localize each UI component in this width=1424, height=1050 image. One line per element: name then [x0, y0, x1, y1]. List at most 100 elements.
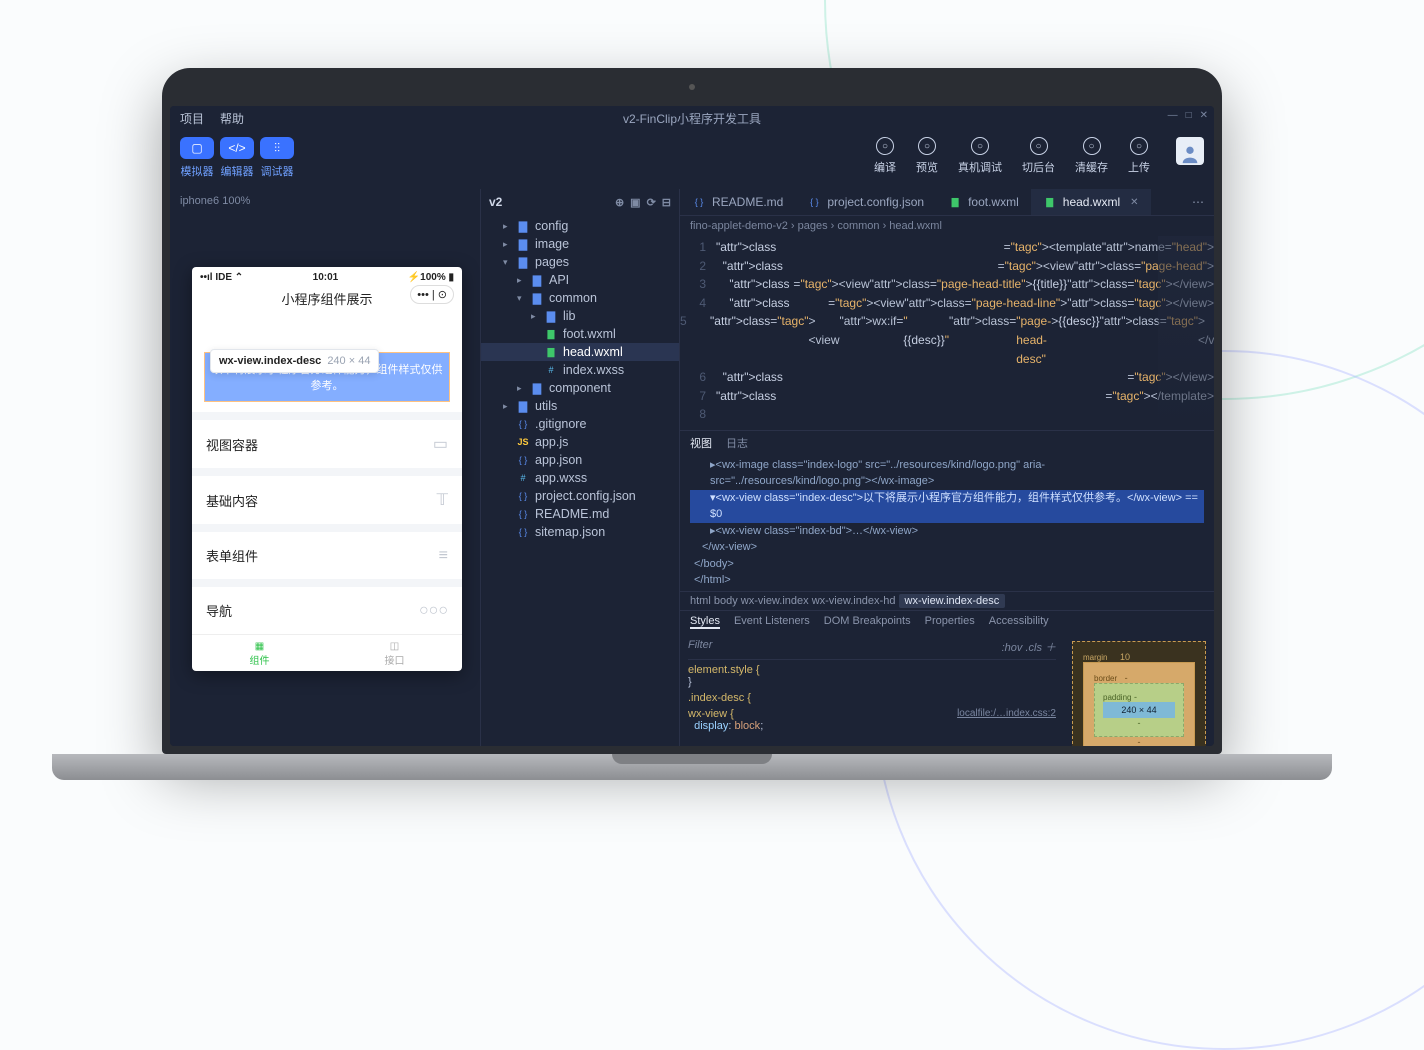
remote-debug-icon: ○	[971, 137, 989, 155]
avatar[interactable]	[1176, 137, 1204, 165]
close-icon[interactable]: ✕	[1200, 110, 1208, 121]
file-README.md[interactable]: { }README.md	[481, 505, 679, 523]
maximize-icon[interactable]: □	[1186, 110, 1192, 121]
dom-node[interactable]: </wx-view>	[690, 539, 1204, 556]
dom-tree[interactable]: ▸<wx-image class="index-logo" src="../re…	[680, 455, 1214, 591]
file-sitemap.json[interactable]: { }sitemap.json	[481, 523, 679, 541]
close-tab-icon[interactable]: ✕	[1130, 197, 1138, 208]
status-battery: ⚡100% ▮	[408, 272, 454, 283]
new-folder-icon[interactable]: ▣	[630, 196, 640, 209]
file-.gitignore[interactable]: { }.gitignore	[481, 415, 679, 433]
devtools-tab-properties[interactable]: Properties	[925, 615, 975, 629]
preview-button[interactable]: ○预览	[916, 137, 938, 175]
project-root[interactable]: v2	[489, 195, 502, 209]
refresh-icon[interactable]: ⟳	[647, 196, 656, 209]
background-button[interactable]: ○切后台	[1022, 137, 1055, 175]
inspector-tooltip: wx-view.index-desc240 × 44	[210, 349, 379, 373]
list-item[interactable]: 表单组件≡	[192, 524, 462, 579]
style-toggles[interactable]: :hov .cls ＋	[1002, 639, 1056, 655]
capsule-button[interactable]: ••• | ⊙	[410, 285, 454, 304]
style-filter[interactable]: Filter	[688, 639, 712, 655]
devtab-elements[interactable]: 视图	[690, 435, 712, 451]
box-model: margin 10 border - padding - 240 × 44 - …	[1064, 633, 1214, 746]
compile-button[interactable]: ○编译	[874, 137, 896, 175]
folder-API[interactable]: ▸▇API	[481, 271, 679, 289]
editor-tab[interactable]: ▇head.wxml✕	[1031, 189, 1151, 215]
editor-label: 编辑器	[220, 163, 254, 179]
tab-components[interactable]: ▦组件	[192, 635, 327, 671]
status-signal: ••ıl IDE ⌃	[200, 272, 243, 283]
simulator-pane: iphone6 100% ••ıl IDE ⌃ 10:01 ⚡100% ▮ 小程…	[170, 189, 480, 746]
folder-config[interactable]: ▸▇config	[481, 217, 679, 235]
breadcrumb-node[interactable]: html	[690, 595, 711, 607]
menu-help[interactable]: 帮助	[220, 110, 244, 127]
file-app.wxss[interactable]: #app.wxss	[481, 469, 679, 487]
devtab-console[interactable]: 日志	[726, 435, 748, 451]
laptop-frame: 项目 帮助 v2-FinClip小程序开发工具 — □ ✕ ▢ </> ⫶⫶ 模…	[162, 68, 1222, 780]
code-editor[interactable]: 1"attr">class="tagc"><template "attr">na…	[680, 236, 1214, 430]
file-explorer: v2 ⊕ ▣ ⟳ ⊟ ▸▇config▸▇image▾▇pages▸▇API▾▇…	[480, 189, 680, 746]
preview-icon: ○	[918, 137, 936, 155]
folder-common[interactable]: ▾▇common	[481, 289, 679, 307]
ide-window: 项目 帮助 v2-FinClip小程序开发工具 — □ ✕ ▢ </> ⫶⫶ 模…	[170, 106, 1214, 746]
simulator-label: 模拟器	[180, 163, 214, 179]
tab-overflow-icon[interactable]: ⋯	[1182, 189, 1214, 215]
clear-cache-icon: ○	[1083, 137, 1101, 155]
window-title: v2-FinClip小程序开发工具	[623, 110, 761, 127]
tab-api[interactable]: ◫接口	[327, 635, 462, 671]
list-item[interactable]: 导航○○○	[192, 579, 462, 634]
editor-tab[interactable]: { }README.md	[680, 189, 795, 215]
file-project.config.json[interactable]: { }project.config.json	[481, 487, 679, 505]
folder-component[interactable]: ▸▇component	[481, 379, 679, 397]
menubar: 项目 帮助 v2-FinClip小程序开发工具 — □ ✕	[170, 106, 1214, 131]
devtools-tab-styles[interactable]: Styles	[690, 615, 720, 629]
devtools-tab-dom-breakpoints[interactable]: DOM Breakpoints	[824, 615, 911, 629]
breadcrumb-node[interactable]: wx-view.index-desc	[899, 594, 1006, 608]
minimap[interactable]	[1158, 236, 1214, 430]
upload-button[interactable]: ○上传	[1128, 137, 1150, 175]
file-index.wxss[interactable]: #index.wxss	[481, 361, 679, 379]
file-head.wxml[interactable]: ▇head.wxml	[481, 343, 679, 361]
folder-utils[interactable]: ▸▇utils	[481, 397, 679, 415]
dom-node[interactable]: ▸<wx-view class="index-bd">…</wx-view>	[690, 523, 1204, 540]
debugger-toggle[interactable]: ⫶⫶	[260, 137, 294, 159]
file-app.js[interactable]: JSapp.js	[481, 433, 679, 451]
clear-cache-button[interactable]: ○清缓存	[1075, 137, 1108, 175]
breadcrumb[interactable]: fino-applet-demo-v2 › pages › common › h…	[680, 216, 1214, 236]
editor-toggle[interactable]: </>	[220, 137, 254, 159]
styles-panel[interactable]: Filter :hov .cls ＋ element.style {}.inde…	[680, 633, 1064, 746]
devtools: 视图 日志 ▸<wx-image class="index-logo" src=…	[680, 430, 1214, 746]
debugger-label: 调试器	[260, 163, 294, 179]
devtools-tab-accessibility[interactable]: Accessibility	[989, 615, 1049, 629]
background-icon: ○	[1030, 137, 1048, 155]
dom-node[interactable]: ▸<wx-image class="index-logo" src="../re…	[690, 457, 1204, 490]
toolbar: ▢ </> ⫶⫶ 模拟器 编辑器 调试器 ○编译 ○预览 ○真机调试 ○切后台 ○清缓存…	[170, 131, 1214, 189]
collapse-icon[interactable]: ⊟	[662, 196, 671, 209]
dom-node[interactable]: </html>	[690, 572, 1204, 589]
breadcrumb-node[interactable]: body	[714, 595, 738, 607]
upload-icon: ○	[1130, 137, 1148, 155]
editor-tab[interactable]: { }project.config.json	[795, 189, 936, 215]
file-foot.wxml[interactable]: ▇foot.wxml	[481, 325, 679, 343]
dom-breadcrumb[interactable]: html body wx-view.index wx-view.index-hd…	[680, 591, 1214, 611]
new-file-icon[interactable]: ⊕	[615, 196, 624, 209]
breadcrumb-node[interactable]: wx-view.index	[741, 595, 809, 607]
folder-pages[interactable]: ▾▇pages	[481, 253, 679, 271]
breadcrumb-node[interactable]: wx-view.index-hd	[812, 595, 896, 607]
list-item[interactable]: 视图容器▭	[192, 412, 462, 468]
mini-app-title: 小程序组件展示	[281, 292, 372, 307]
device-info[interactable]: iphone6 100%	[170, 189, 480, 213]
minimize-icon[interactable]: —	[1168, 110, 1178, 121]
dom-node[interactable]: </body>	[690, 556, 1204, 573]
remote-debug-button[interactable]: ○真机调试	[958, 137, 1002, 175]
dom-node[interactable]: ▾<wx-view class="index-desc">以下将展示小程序官方组…	[690, 490, 1204, 523]
editor-tab[interactable]: ▇foot.wxml	[936, 189, 1031, 215]
simulator-toggle[interactable]: ▢	[180, 137, 214, 159]
devtools-tab-event-listeners[interactable]: Event Listeners	[734, 615, 810, 629]
menu-project[interactable]: 项目	[180, 110, 204, 127]
list-item[interactable]: 基础内容𝕋	[192, 468, 462, 524]
folder-lib[interactable]: ▸▇lib	[481, 307, 679, 325]
status-time: 10:01	[313, 272, 339, 283]
folder-image[interactable]: ▸▇image	[481, 235, 679, 253]
file-app.json[interactable]: { }app.json	[481, 451, 679, 469]
